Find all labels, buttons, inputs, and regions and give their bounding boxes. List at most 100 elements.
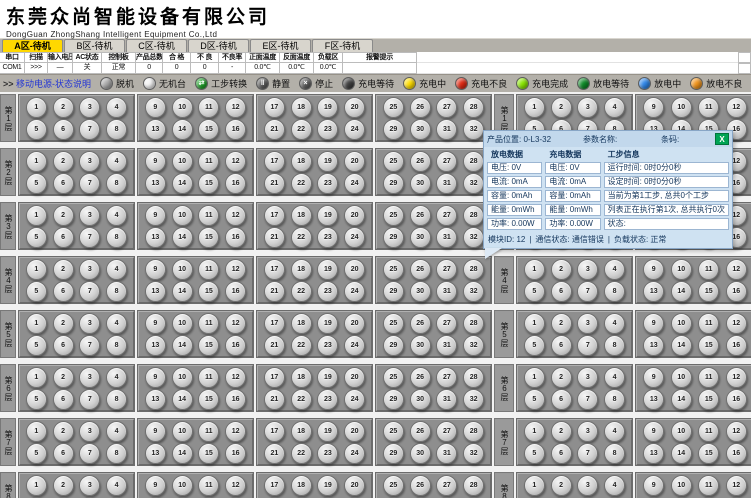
battery-cell[interactable]: 13 — [643, 335, 664, 356]
battery-cell[interactable]: 17 — [264, 97, 285, 118]
battery-cell[interactable]: 7 — [577, 443, 598, 464]
battery-cell[interactable]: 24 — [344, 335, 365, 356]
battery-cell[interactable]: 18 — [291, 313, 312, 334]
battery-cell[interactable]: 32 — [463, 227, 484, 248]
battery-cell[interactable]: 3 — [577, 367, 598, 388]
battery-cell[interactable]: 12 — [225, 151, 246, 172]
battery-cell[interactable]: 22 — [291, 389, 312, 410]
battery-cell[interactable]: 12 — [726, 313, 747, 334]
battery-cell[interactable]: 2 — [53, 97, 74, 118]
battery-cell[interactable]: 2 — [551, 475, 572, 496]
battery-cell[interactable]: 27 — [436, 97, 457, 118]
battery-cell[interactable]: 15 — [698, 281, 719, 302]
battery-cell[interactable]: 16 — [225, 443, 246, 464]
battery-cell[interactable]: 32 — [463, 389, 484, 410]
battery-cell[interactable]: 1 — [26, 205, 47, 226]
battery-cell[interactable]: 32 — [463, 119, 484, 140]
battery-cell[interactable]: 21 — [264, 227, 285, 248]
battery-cell[interactable]: 22 — [291, 335, 312, 356]
battery-cell[interactable]: 20 — [344, 259, 365, 280]
battery-cell[interactable]: 9 — [145, 151, 166, 172]
battery-cell[interactable]: 11 — [198, 367, 219, 388]
battery-cell[interactable]: 9 — [145, 475, 166, 496]
battery-cell[interactable]: 2 — [53, 205, 74, 226]
zone-tab-1[interactable]: B区-待机 — [64, 39, 125, 52]
battery-cell[interactable]: 7 — [79, 281, 100, 302]
battery-cell[interactable]: 20 — [344, 475, 365, 496]
battery-cell[interactable]: 28 — [463, 421, 484, 442]
battery-cell[interactable]: 2 — [53, 151, 74, 172]
battery-cell[interactable]: 32 — [463, 335, 484, 356]
battery-cell[interactable]: 18 — [291, 421, 312, 442]
battery-cell[interactable]: 6 — [53, 443, 74, 464]
battery-cell[interactable]: 4 — [106, 151, 127, 172]
battery-cell[interactable]: 21 — [264, 335, 285, 356]
battery-cell[interactable]: 11 — [198, 259, 219, 280]
battery-cell[interactable]: 30 — [410, 281, 431, 302]
battery-cell[interactable]: 29 — [383, 281, 404, 302]
battery-cell[interactable]: 20 — [344, 367, 365, 388]
battery-cell[interactable]: 3 — [577, 475, 598, 496]
battery-cell[interactable]: 13 — [145, 119, 166, 140]
battery-cell[interactable]: 9 — [643, 97, 664, 118]
battery-cell[interactable]: 27 — [436, 313, 457, 334]
battery-cell[interactable]: 22 — [291, 443, 312, 464]
battery-cell[interactable]: 4 — [604, 97, 625, 118]
battery-cell[interactable]: 1 — [524, 367, 545, 388]
battery-cell[interactable]: 16 — [225, 335, 246, 356]
battery-cell[interactable]: 28 — [463, 97, 484, 118]
battery-cell[interactable]: 31 — [436, 335, 457, 356]
battery-cell[interactable]: 25 — [383, 205, 404, 226]
battery-cell[interactable]: 10 — [172, 475, 193, 496]
battery-cell[interactable]: 10 — [172, 97, 193, 118]
battery-cell[interactable]: 5 — [524, 389, 545, 410]
battery-cell[interactable]: 2 — [551, 421, 572, 442]
battery-cell[interactable]: 6 — [53, 227, 74, 248]
battery-cell[interactable]: 12 — [225, 421, 246, 442]
battery-cell[interactable]: 11 — [698, 475, 719, 496]
battery-cell[interactable]: 21 — [264, 443, 285, 464]
battery-cell[interactable]: 31 — [436, 173, 457, 194]
battery-cell[interactable]: 18 — [291, 97, 312, 118]
battery-cell[interactable]: 5 — [524, 335, 545, 356]
battery-cell[interactable]: 21 — [264, 389, 285, 410]
battery-cell[interactable]: 18 — [291, 259, 312, 280]
battery-cell[interactable]: 5 — [26, 389, 47, 410]
battery-cell[interactable]: 16 — [225, 227, 246, 248]
battery-cell[interactable]: 30 — [410, 443, 431, 464]
battery-cell[interactable]: 4 — [106, 313, 127, 334]
battery-cell[interactable]: 2 — [551, 313, 572, 334]
battery-cell[interactable]: 2 — [551, 367, 572, 388]
popup-close-button[interactable]: X — [715, 133, 729, 145]
battery-cell[interactable]: 15 — [198, 173, 219, 194]
battery-cell[interactable]: 7 — [577, 389, 598, 410]
battery-cell[interactable]: 15 — [698, 389, 719, 410]
battery-cell[interactable]: 17 — [264, 313, 285, 334]
battery-cell[interactable]: 20 — [344, 97, 365, 118]
battery-cell[interactable]: 20 — [344, 421, 365, 442]
battery-cell[interactable]: 8 — [106, 119, 127, 140]
battery-cell[interactable]: 18 — [291, 205, 312, 226]
battery-cell[interactable]: 11 — [698, 313, 719, 334]
battery-cell[interactable]: 1 — [26, 97, 47, 118]
battery-cell[interactable]: 26 — [410, 367, 431, 388]
battery-cell[interactable]: 28 — [463, 475, 484, 496]
battery-cell[interactable]: 3 — [79, 421, 100, 442]
battery-cell[interactable]: 19 — [317, 313, 338, 334]
battery-cell[interactable]: 26 — [410, 205, 431, 226]
battery-cell[interactable]: 14 — [671, 335, 692, 356]
battery-cell[interactable]: 25 — [383, 367, 404, 388]
battery-cell[interactable]: 14 — [671, 389, 692, 410]
battery-cell[interactable]: 9 — [145, 421, 166, 442]
battery-cell[interactable]: 25 — [383, 151, 404, 172]
battery-cell[interactable]: 4 — [604, 313, 625, 334]
battery-cell[interactable]: 6 — [551, 389, 572, 410]
battery-cell[interactable]: 16 — [726, 389, 747, 410]
battery-cell[interactable]: 17 — [264, 259, 285, 280]
battery-cell[interactable]: 12 — [726, 259, 747, 280]
battery-cell[interactable]: 8 — [106, 281, 127, 302]
battery-cell[interactable]: 7 — [79, 335, 100, 356]
battery-cell[interactable]: 32 — [463, 281, 484, 302]
battery-cell[interactable]: 9 — [145, 205, 166, 226]
battery-cell[interactable]: 12 — [225, 367, 246, 388]
